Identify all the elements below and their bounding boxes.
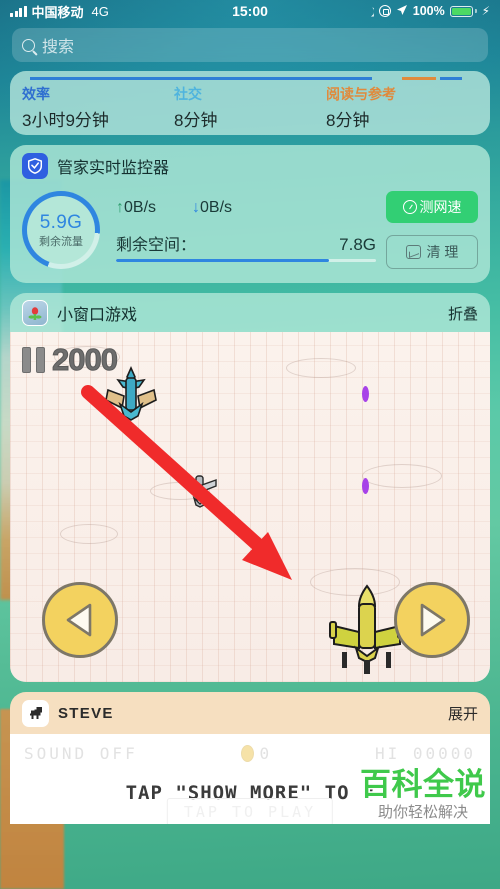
shield-check-icon — [22, 153, 48, 179]
enemy-plane-blue — [98, 364, 164, 435]
speed-test-button[interactable]: 测网速 — [386, 191, 478, 223]
speedometer-icon — [402, 200, 417, 214]
category-value: 8分钟 — [174, 111, 218, 130]
game-screen[interactable]: 2000 — [10, 332, 490, 682]
category-value: 8分钟 — [326, 111, 370, 130]
bullet-projectile — [362, 386, 369, 402]
battery-icon — [449, 5, 473, 17]
category-name: 效率 — [22, 86, 50, 102]
category-value: 3小时9分钟 — [22, 111, 109, 130]
screen-time-chart — [10, 71, 490, 80]
storage-progress-bar — [116, 258, 376, 262]
storage-value: 7.8G — [339, 234, 376, 254]
search-input[interactable]: 搜索 — [42, 33, 74, 57]
status-bar-right: 100% ⚡ — [363, 4, 490, 19]
guard-widget-stats: ↑0B/s ↓0B/s 剩余空间： 7.8G — [110, 199, 376, 262]
coin-counter: 0 — [240, 744, 273, 763]
download-arrow-icon: ↓ — [192, 198, 201, 216]
watermark-title: 百科全说 — [360, 767, 486, 802]
screen-time-category-social[interactable]: 社交 8分钟 — [174, 84, 326, 131]
chart-bar-blue — [30, 77, 372, 80]
guard-widget-title: 管家实时监控器 — [57, 160, 170, 177]
left-arrow-button[interactable] — [42, 582, 118, 658]
watermark-subtitle: 助你轻松解决 — [377, 804, 468, 821]
status-bar: 中国移动 4G 15:00 100% ⚡ — [0, 0, 500, 22]
category-name: 阅读与参考 — [326, 86, 396, 102]
left-arrow-icon — [66, 603, 92, 637]
screen-time-category-reading[interactable]: 阅读与参考 8分钟 — [326, 84, 478, 131]
download-speed: ↓0B/s — [192, 199, 232, 217]
enemy-plane-gray — [178, 470, 222, 515]
storage-label: 剩余空间： — [116, 236, 197, 254]
moon-icon — [363, 6, 374, 17]
steve-game-screen[interactable]: SOUND OFF 0 HI 00000 TAP "SHOW MORE" TO … — [10, 734, 490, 824]
network-speeds: ↑0B/s ↓0B/s — [110, 199, 376, 217]
game-widget-title: 小窗口游戏 — [57, 307, 138, 324]
signal-bars-icon — [10, 5, 27, 17]
right-arrow-button[interactable] — [394, 582, 470, 658]
location-arrow-icon — [396, 4, 408, 19]
upload-speed-value: 0B/s — [124, 198, 157, 216]
upload-arrow-icon: ↑ — [116, 198, 124, 216]
speed-test-label: 测网速 — [419, 199, 462, 215]
battery-percent-label: 100% — [412, 4, 445, 18]
rotation-lock-icon — [378, 5, 391, 17]
bullet-projectile — [362, 478, 369, 494]
game-widget-header: 小窗口游戏 折叠 — [10, 293, 490, 332]
clean-label: 清 理 — [426, 244, 459, 260]
guard-widget-header: 管家实时监控器 — [10, 145, 490, 185]
search-icon — [22, 38, 35, 52]
steve-game-widget[interactable]: STEVE 展开 SOUND OFF 0 HI 00000 TAP "SHOW … — [10, 692, 490, 824]
status-bar-left: 中国移动 4G — [10, 2, 109, 21]
storage-section: 剩余空间： 7.8G — [110, 231, 376, 262]
guard-monitor-widget[interactable]: 管家实时监控器 5.9G 剩余流量 ↑0B/s ↓0B/s 剩余空间： 7.8G — [10, 145, 490, 283]
guard-widget-body: 5.9G 剩余流量 ↑0B/s ↓0B/s 剩余空间： 7.8G 测网速 清 理 — [10, 185, 490, 283]
steve-widget-header: STEVE 展开 — [10, 692, 490, 734]
tap-to-play-button[interactable]: TAP TO PLAY — [166, 798, 334, 824]
mini-game-widget[interactable]: 小窗口游戏 折叠 2000 — [10, 293, 490, 682]
sound-status-label[interactable]: SOUND OFF — [24, 744, 138, 763]
battery-cap-icon — [474, 9, 477, 13]
pause-icon[interactable] — [22, 347, 45, 373]
widget-stack: 效率 3小时9分钟 社交 8分钟 阅读与参考 8分钟 管家实时监控器 5.9G — [0, 71, 500, 824]
steve-widget-title: STEVE — [58, 705, 114, 722]
right-arrow-icon — [420, 603, 446, 637]
download-speed-value: 0B/s — [200, 198, 233, 216]
game-app-icon — [22, 300, 48, 326]
screen-time-category-efficiency[interactable]: 效率 3小时9分钟 — [22, 84, 174, 131]
collapse-button[interactable]: 折叠 — [448, 303, 478, 324]
search-bar[interactable]: 搜索 — [12, 28, 488, 62]
carrier-label: 中国移动 — [31, 4, 84, 20]
screen-time-widget[interactable]: 效率 3小时9分钟 社交 8分钟 阅读与参考 8分钟 — [10, 71, 490, 135]
clean-button[interactable]: 清 理 — [386, 235, 478, 269]
data-usage-ring[interactable]: 5.9G 剩余流量 — [22, 191, 100, 269]
data-remaining-label: 剩余流量 — [39, 235, 83, 248]
image-clean-icon — [405, 245, 421, 259]
cloud-doodle — [60, 524, 118, 544]
watermark: 百科全说 助你轻松解决 — [360, 759, 486, 822]
charging-bolt-icon: ⚡ — [481, 4, 490, 18]
category-name: 社交 — [174, 86, 202, 102]
guard-widget-actions: 测网速 清 理 — [386, 191, 478, 269]
cloud-doodle — [286, 358, 356, 378]
chart-bar-orange — [402, 77, 436, 80]
data-remaining-value: 5.9G — [39, 211, 83, 233]
cloud-doodle — [362, 464, 442, 488]
network-type-label: 4G — [91, 3, 109, 19]
screen-time-categories: 效率 3小时9分钟 社交 8分钟 阅读与参考 8分钟 — [10, 80, 490, 131]
chart-bar-blue-2 — [440, 77, 462, 80]
upload-speed: ↑0B/s — [116, 199, 156, 217]
coin-count-label: 0 — [259, 744, 273, 763]
coin-icon — [240, 745, 254, 762]
dinosaur-icon — [22, 700, 49, 727]
expand-button[interactable]: 展开 — [448, 703, 478, 724]
